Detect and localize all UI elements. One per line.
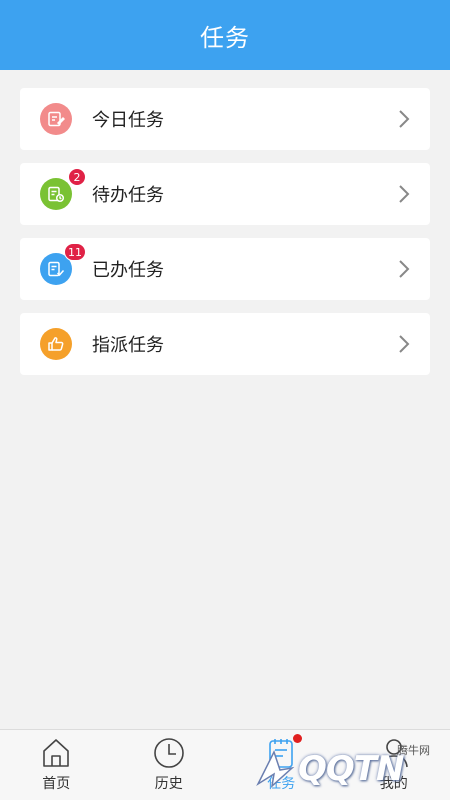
thumbs-up-icon: [40, 328, 72, 360]
clipboard-clock-icon: [40, 178, 72, 210]
watermark: QQTN 腾牛网: [254, 742, 444, 796]
task-item-pending[interactable]: 2 待办任务: [20, 163, 430, 225]
home-icon: [43, 739, 70, 767]
chevron-right-icon: [399, 110, 410, 128]
task-item-today[interactable]: 今日任务: [20, 88, 430, 150]
chevron-right-icon: [399, 185, 410, 203]
task-item-label: 指派任务: [92, 335, 164, 356]
task-list: 今日任务 2 待办任务 11 已办任务 指派任务: [20, 88, 430, 388]
app-header: 任务: [0, 0, 450, 70]
watermark-subtext: 腾牛网: [397, 744, 430, 757]
chevron-right-icon: [399, 260, 410, 278]
tab-label: 历史: [154, 776, 183, 792]
task-item-label: 今日任务: [92, 110, 164, 131]
clock-icon: [153, 738, 184, 768]
completed-count-badge: 11: [64, 243, 86, 261]
task-item-assigned[interactable]: 指派任务: [20, 313, 430, 375]
pending-count-badge: 2: [68, 168, 86, 186]
task-item-label: 待办任务: [92, 185, 164, 206]
task-item-label: 已办任务: [92, 260, 164, 281]
chevron-right-icon: [399, 335, 410, 353]
qqtn-logo-icon: [254, 748, 296, 790]
page-title: 任务: [200, 23, 250, 52]
tab-label: 首页: [42, 776, 71, 792]
tab-history[interactable]: 历史: [113, 730, 226, 800]
tab-home[interactable]: 首页: [0, 730, 113, 800]
clipboard-edit-icon: [40, 103, 72, 135]
watermark-text: QQTN: [298, 749, 404, 789]
task-item-completed[interactable]: 11 已办任务: [20, 238, 430, 300]
